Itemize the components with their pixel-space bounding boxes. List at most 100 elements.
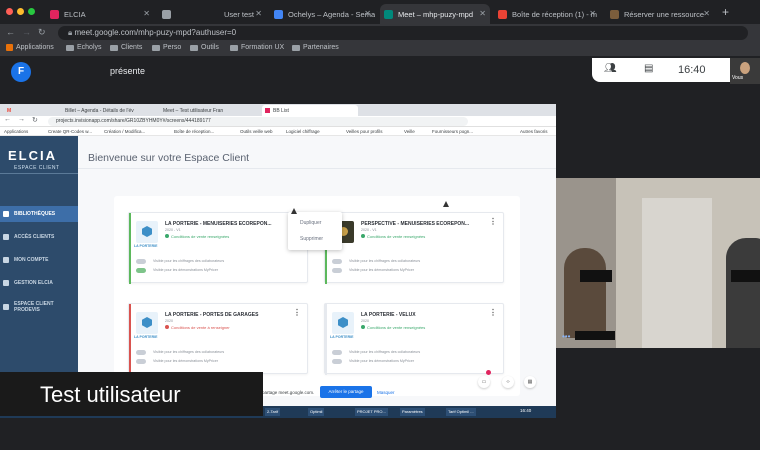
more-options-icon[interactable]: •••: [562, 332, 570, 341]
bookmark-item[interactable]: Fournisseurs pogn...: [432, 129, 473, 134]
outer-tab-elcia[interactable]: ELCIA ✕: [46, 4, 154, 24]
card-title: PERSPECTIVE - MENUISERIES ECOREPON...: [361, 221, 470, 227]
nav-gestion-elcia[interactable]: GESTION ELCIA: [0, 275, 78, 291]
participant-person: [726, 238, 760, 348]
maximize-window-button[interactable]: [28, 8, 35, 15]
window-controls[interactable]: [6, 8, 35, 15]
bookmark-item[interactable]: Logiciel chiffrage: [286, 129, 320, 134]
library-card[interactable]: LA PORTERIE LA PORTERIE - MENUISERIES EC…: [128, 212, 308, 284]
shared-tab-agenda[interactable]: Billet – Agenda - Détails de l'év: [62, 105, 158, 116]
bookmark-item[interactable]: Création / Modifica...: [104, 129, 145, 134]
toggle-label: Visible pour les chiffrages des collabor…: [153, 259, 225, 263]
close-tab-icon[interactable]: ✕: [364, 9, 371, 18]
outer-tab-blank[interactable]: [158, 4, 208, 24]
nav-label: ACCÈS CLIENTS: [14, 234, 55, 240]
outer-tab-agenda[interactable]: Ochelys – Agenda - Sema ✕: [270, 4, 375, 24]
outer-url-field[interactable]: 🔒︎ meet.google.com/mhp-puzy-mpd?authuser…: [58, 26, 748, 40]
card-status: Conditions de vente renseignées: [171, 234, 230, 239]
bookmark-item[interactable]: Veilles pour profils: [346, 129, 383, 134]
close-tab-icon[interactable]: ✕: [255, 9, 262, 18]
library-card[interactable]: LA PORTERIE LA PORTERIE - PORTES DE GARA…: [128, 303, 308, 375]
shared-tab-gmail[interactable]: M: [4, 105, 44, 116]
more-options-icon[interactable]: ⋮: [293, 309, 301, 317]
bookmark-clients[interactable]: Clients: [110, 44, 142, 51]
bookmark-partenaires[interactable]: Partenaires: [292, 44, 339, 51]
outer-tab-gmail[interactable]: Boîte de réception (1) - m ✕: [494, 4, 600, 24]
nav-espace-client-prodevis[interactable]: ESPACE CLIENT PRODEVIS: [0, 296, 78, 318]
library-panel: LA PORTERIE LA PORTERIE - MENUISERIES EC…: [114, 196, 520, 396]
toggle-label: Visible pour les démonstrations MyPricer: [349, 359, 415, 363]
grid-fab-icon[interactable]: ▦: [524, 376, 536, 388]
close-tab-icon[interactable]: ✕: [703, 9, 710, 18]
bookmark-item[interactable]: Outils veille web: [240, 129, 273, 134]
bookmark-formation-ux[interactable]: Formation UX: [230, 44, 284, 51]
outer-address-bar: ← → ↻ 🔒︎ meet.google.com/mhp-puzy-mpd?au…: [0, 24, 760, 42]
toggle-collaborators[interactable]: [136, 259, 146, 264]
reload-icon[interactable]: ↻: [32, 116, 38, 124]
shared-url-text: projects.invisionapp.com/share/GR10ZBYHM…: [56, 118, 211, 124]
taskbar-item[interactable]: Optimil: [308, 408, 325, 416]
library-card[interactable]: LA PORTERIE LA PORTERIE - VELUX 2020 Con…: [324, 303, 504, 375]
outer-bookmarks-bar: Applications Echolys Clients Perso Outil…: [0, 42, 760, 56]
people-icon[interactable]: 👥︎: [604, 63, 617, 74]
chat-icon[interactable]: ▤: [644, 63, 653, 74]
more-options-icon[interactable]: ⋮: [489, 218, 497, 226]
bookmark-item[interactable]: Create QR-Codes w...: [48, 129, 92, 134]
reload-icon[interactable]: ↻: [38, 27, 46, 38]
outer-tab-reserver[interactable]: Réserver une ressource ✕: [606, 4, 714, 24]
nav-mon-compte[interactable]: MON COMPTE: [0, 252, 78, 268]
minimize-window-button[interactable]: [17, 8, 24, 15]
bookmark-item[interactable]: Autres favoris: [520, 129, 548, 134]
bookmark-perso[interactable]: Perso: [152, 44, 181, 51]
taskbar-item[interactable]: PROJET PRO...: [355, 408, 388, 416]
bookmark-item[interactable]: Boîte de réception...: [174, 129, 214, 134]
back-icon[interactable]: ←: [4, 116, 11, 123]
nav-acces-clients[interactable]: ACCÈS CLIENTS: [0, 229, 78, 245]
shared-url-field[interactable]: projects.invisionapp.com/share/GR10ZBYHM…: [48, 117, 468, 126]
back-icon[interactable]: ←: [6, 27, 15, 37]
bookmark-applications[interactable]: Applications: [6, 44, 54, 51]
share-notice: partage meet.google.com.: [262, 390, 315, 395]
code-fab-icon[interactable]: ‹›: [502, 376, 514, 388]
close-tab-icon[interactable]: ✕: [589, 9, 596, 18]
toggle-collaborators[interactable]: [332, 259, 342, 264]
taskbar-item[interactable]: 2-Tarif: [265, 408, 281, 416]
name-redaction-bar: [731, 270, 760, 282]
bookmark-item[interactable]: Applications: [4, 129, 28, 134]
more-options-icon[interactable]: ⋮: [489, 309, 497, 317]
outer-tab-user-test[interactable]: User test ✕: [212, 4, 266, 24]
toggle-mypricer[interactable]: [332, 268, 342, 273]
taskbar-item[interactable]: Paramètres: [400, 408, 425, 416]
comment-fab-icon[interactable]: ▭: [478, 376, 490, 388]
toggle-mypricer[interactable]: [136, 359, 146, 364]
nav-bibliotheques[interactable]: BIBLIOTHÈQUES: [0, 206, 78, 222]
toggle-mypricer[interactable]: [332, 359, 342, 364]
library-card[interactable]: PERSPECTIVE - MENUISERIES ECOREPON... 20…: [324, 212, 504, 284]
shared-tab-bb-list[interactable]: BB List: [262, 105, 358, 116]
close-tab-icon[interactable]: ✕: [143, 9, 150, 18]
bookmark-item[interactable]: Veille: [404, 129, 415, 134]
new-tab-button[interactable]: +: [722, 5, 729, 19]
close-tab-icon[interactable]: ✕: [479, 9, 486, 18]
shared-bookmarks-bar: Applications Create QR-Codes w... Créati…: [0, 127, 556, 136]
bookmark-label: Outils: [201, 44, 219, 51]
forward-icon[interactable]: →: [18, 116, 25, 123]
outer-tab-meet[interactable]: Meet – mhp-puzy-mpd ✕: [380, 4, 490, 24]
hide-button[interactable]: Masquer: [377, 390, 395, 395]
participant-person: [564, 248, 606, 338]
taskbar-item[interactable]: Tarif Optimil ...: [446, 408, 476, 416]
forward-icon[interactable]: →: [22, 27, 31, 37]
menu-item-dupliquer[interactable]: Dupliquer: [300, 220, 321, 226]
shared-tab-meet[interactable]: Meet – Test utilisateur Fran: [160, 105, 258, 116]
bookmark-echolys[interactable]: Echolys: [66, 44, 102, 51]
toggle-collaborators[interactable]: [332, 350, 342, 355]
menu-item-supprimer[interactable]: Supprimer: [300, 236, 323, 242]
presenting-label: présente: [110, 66, 146, 76]
close-window-button[interactable]: [6, 8, 13, 15]
card-status: Conditions de vente renseignées: [367, 234, 426, 239]
library-logo-text: LA PORTERIE: [134, 244, 158, 248]
bookmark-outils[interactable]: Outils: [190, 44, 219, 51]
toggle-mypricer[interactable]: [136, 268, 146, 273]
toggle-collaborators[interactable]: [136, 350, 146, 355]
stop-sharing-button[interactable]: Arrêter le partage: [320, 386, 372, 398]
